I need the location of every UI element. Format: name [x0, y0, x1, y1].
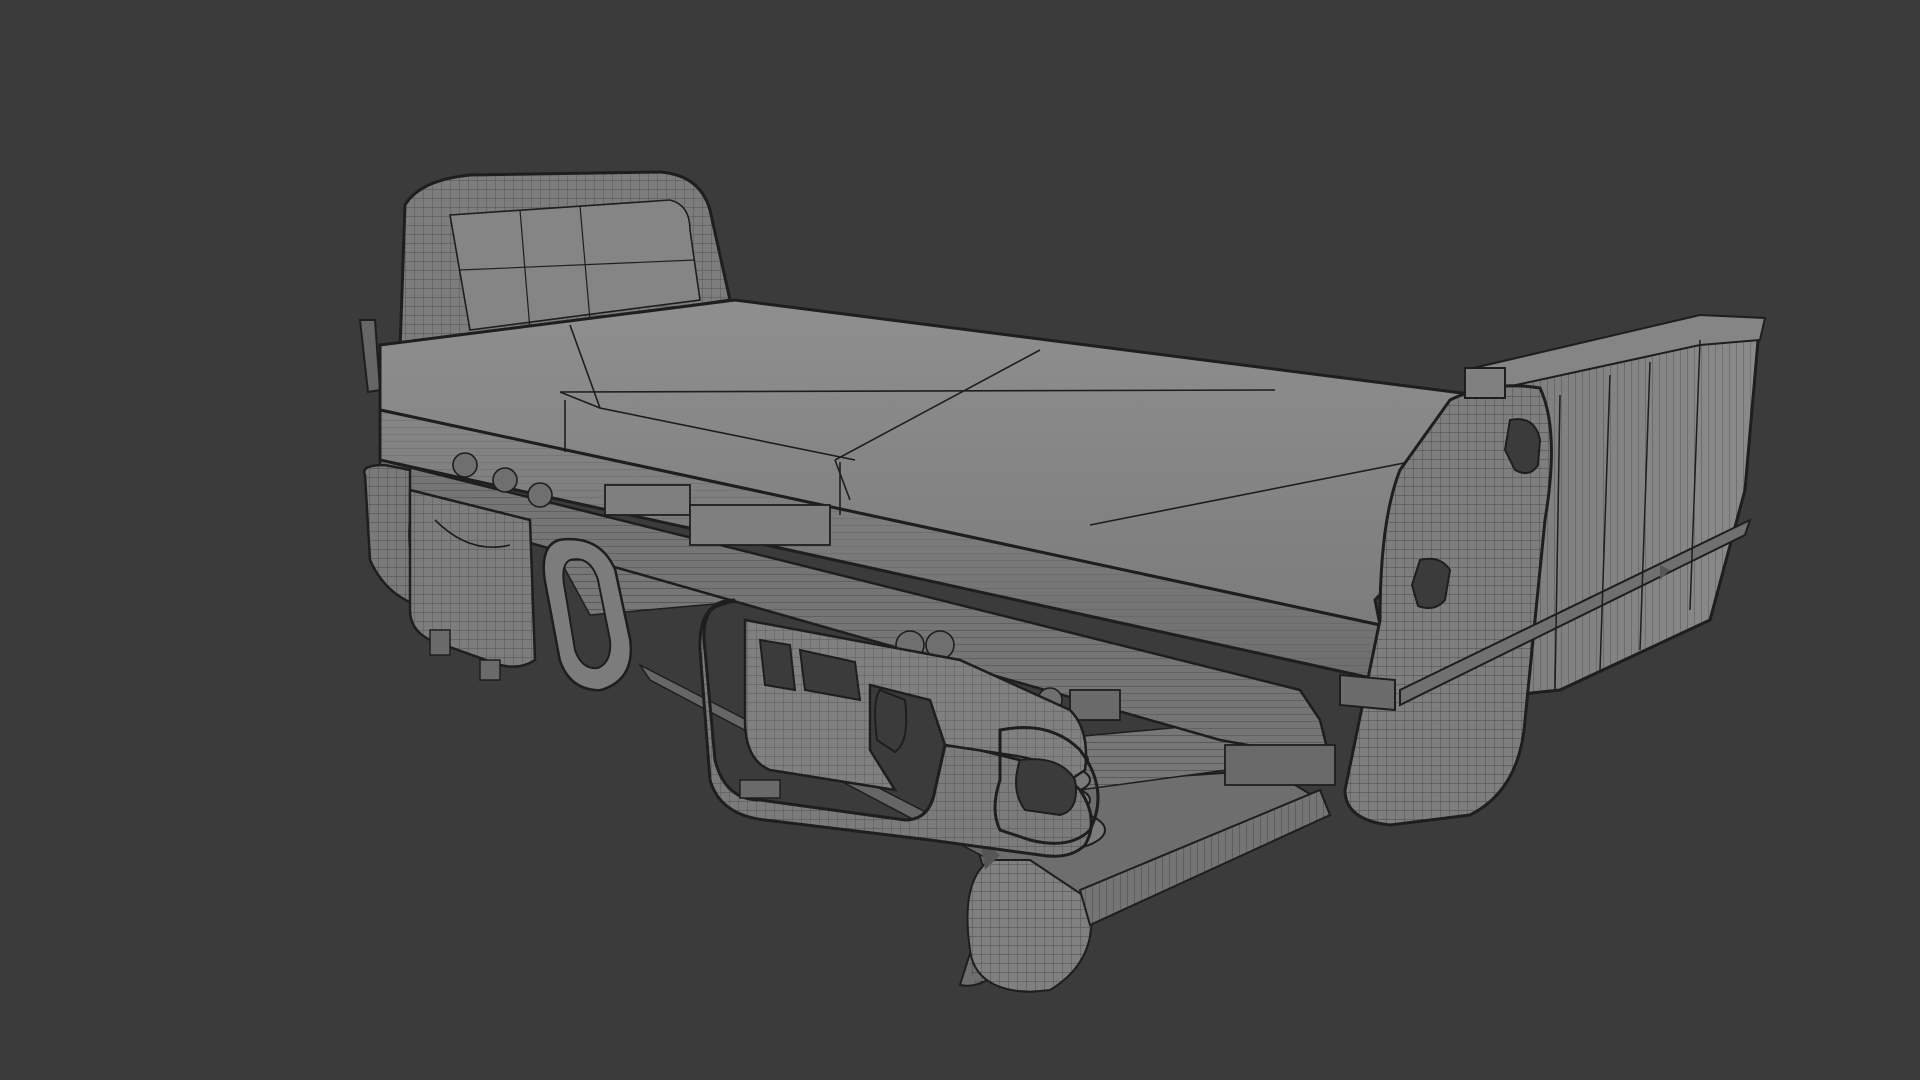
3d-viewport[interactable]	[0, 0, 1920, 1080]
viewport-canvas[interactable]	[0, 0, 1920, 1080]
